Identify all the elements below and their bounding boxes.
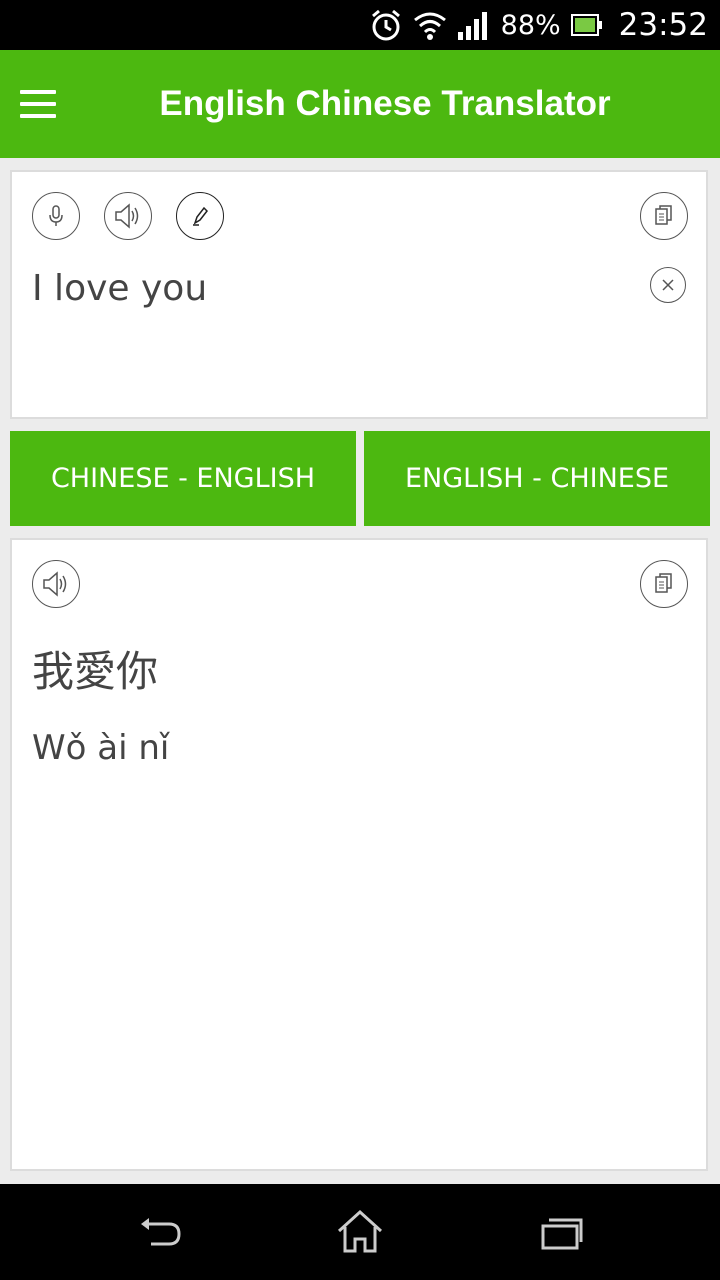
pencil-icon[interactable] [176,192,224,240]
battery-percent: 88% [500,9,561,41]
recent-apps-icon[interactable] [530,1204,590,1260]
english-chinese-button[interactable]: ENGLISH - CHINESE [364,431,710,526]
clear-icon[interactable] [650,267,686,303]
home-icon[interactable] [330,1204,390,1260]
app-title: English Chinese Translator [159,84,611,123]
translation-pinyin: Wǒ ài nǐ [32,728,170,768]
app-bar: English Chinese Translator [0,50,720,158]
nav-bar [0,1184,720,1280]
copy-icon[interactable] [640,560,688,608]
wifi-icon [413,10,447,40]
back-icon[interactable] [130,1204,190,1260]
input-card: I love you [10,170,708,419]
alarm-icon [369,8,403,42]
input-text[interactable]: I love you [32,268,207,309]
battery-icon [570,13,603,37]
output-card: 我愛你 Wǒ ài nǐ [10,538,708,1171]
chinese-english-button[interactable]: CHINESE - ENGLISH [10,431,356,526]
clock: 23:52 [618,7,708,43]
speaker-icon[interactable] [32,560,80,608]
signal-icon [457,10,491,40]
speaker-icon[interactable] [104,192,152,240]
status-bar: 88% 23:52 [0,0,720,50]
copy-icon[interactable] [640,192,688,240]
translation-chinese: 我愛你 [32,647,159,696]
microphone-icon[interactable] [32,192,80,240]
